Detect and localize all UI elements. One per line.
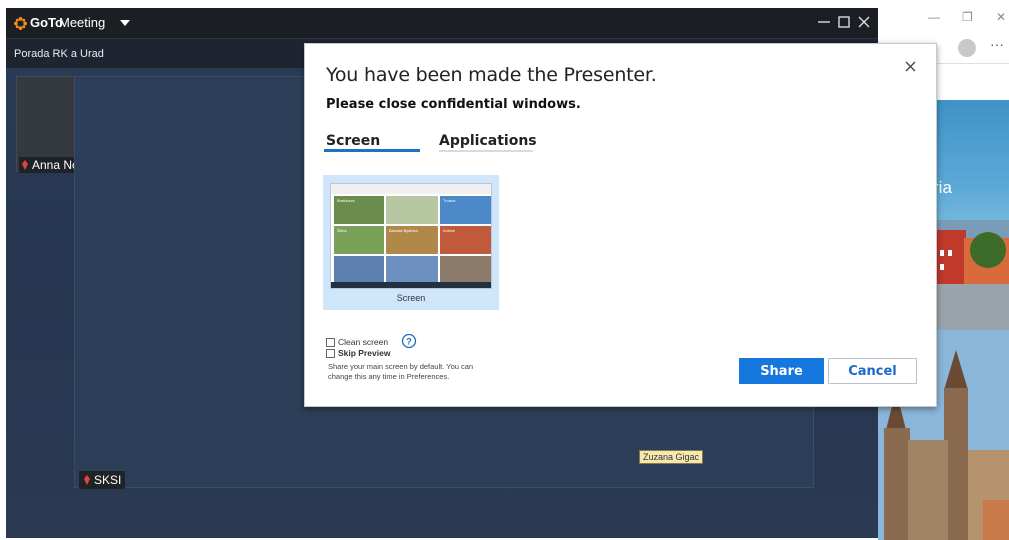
app-logo-text: Meeting	[59, 15, 106, 30]
skip-preview-option[interactable]: Skip Preview	[326, 348, 390, 358]
dialog-subtitle: Please close confidential windows.	[326, 97, 581, 112]
desktop: GoTo Meeting Porada RK a Urad AN	[0, 0, 1009, 540]
tab-applications-indicator	[439, 150, 533, 152]
mic-muted-icon	[84, 475, 90, 485]
title-bar[interactable]: GoTo Meeting	[6, 8, 878, 38]
cancel-button[interactable]: Cancel	[828, 358, 917, 384]
profile-icon[interactable]	[958, 39, 976, 57]
tab-screen-active-indicator	[324, 149, 420, 152]
browser-close-icon[interactable]: ✕	[996, 10, 1006, 24]
share-button[interactable]: Share	[739, 358, 824, 384]
town-square-image	[936, 220, 1009, 332]
participant-name: SKSI	[94, 473, 122, 487]
screen-thumbnail-label: Screen	[396, 293, 426, 303]
browser-title-bar[interactable]: — ❐ ✕	[878, 0, 1009, 32]
app-menu-caret-icon[interactable]	[120, 20, 130, 26]
more-icon[interactable]: ···	[990, 36, 1004, 52]
screen-thumbnail[interactable]: Bratislava Trnava Žilina Banská Bystrica…	[323, 175, 499, 310]
tab-applications[interactable]: Applications	[439, 133, 537, 149]
presenter-dialog: You have been made the Presenter. Please…	[304, 43, 937, 407]
mic-muted-icon	[22, 160, 28, 170]
thumb-city: Košice	[443, 228, 456, 233]
clean-screen-label: Clean screen	[338, 337, 389, 347]
meeting-name: Porada RK a Urad	[14, 48, 104, 60]
screen-preview-image: Bratislava Trnava Žilina Banská Bystrica…	[330, 183, 492, 289]
participant-tooltip: Zuzana Gigac	[639, 450, 704, 464]
minimize-icon[interactable]	[814, 12, 834, 32]
skip-preview-label: Skip Preview	[338, 348, 391, 358]
skip-preview-checkbox[interactable]	[326, 348, 335, 358]
thumb-city: Bratislava	[337, 198, 355, 203]
tab-screen[interactable]: Screen	[326, 133, 380, 149]
thumb-city: Banská Bystrica	[389, 228, 418, 233]
close-icon[interactable]	[901, 57, 921, 77]
browser-minimize-icon[interactable]: —	[928, 10, 940, 24]
maximize-icon[interactable]	[834, 12, 854, 32]
gotomeeting-logo-icon	[14, 17, 27, 30]
clean-screen-checkbox[interactable]	[326, 337, 335, 347]
screen-preview-graphic: Bratislava Trnava Žilina Banská Bystrica…	[331, 184, 491, 288]
close-window-icon[interactable]	[854, 12, 874, 32]
browser-restore-icon[interactable]: ❐	[962, 10, 973, 24]
clean-screen-option[interactable]: Clean screen	[326, 337, 388, 347]
hint-text: Share your main screen by default. You c…	[328, 362, 474, 381]
dialog-title: You have been made the Presenter.	[326, 64, 657, 86]
svg-text:?: ?	[406, 337, 412, 347]
thumb-city: Žilina	[337, 228, 347, 233]
participant-name-label: SKSI	[79, 471, 126, 489]
help-icon[interactable]: ?	[401, 333, 417, 349]
thumb-city: Trnava	[443, 198, 456, 203]
